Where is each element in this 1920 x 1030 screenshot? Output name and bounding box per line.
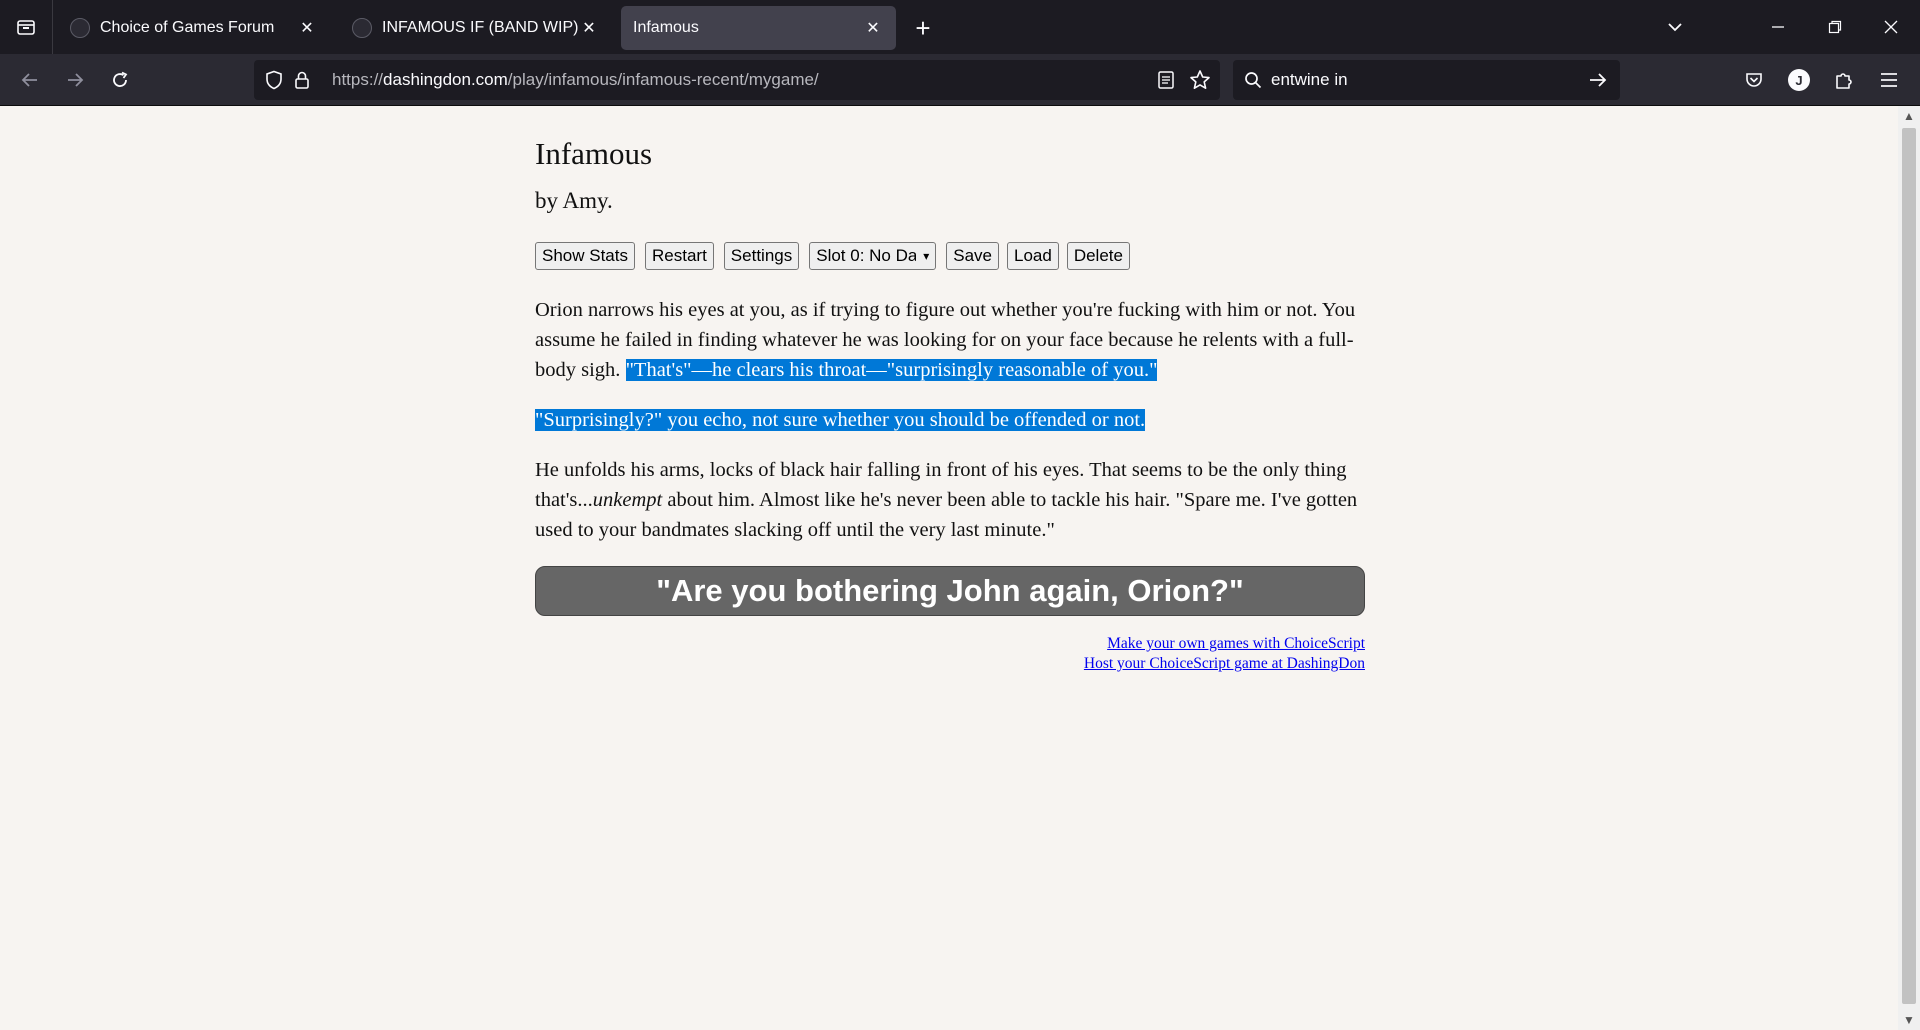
close-icon[interactable]: ✕ <box>578 17 600 39</box>
extensions-button[interactable] <box>1826 62 1862 98</box>
arrow-right-icon <box>68 73 84 87</box>
firefox-view-icon <box>17 20 35 35</box>
close-icon[interactable]: ✕ <box>862 17 884 39</box>
delete-button[interactable]: Delete <box>1066 242 1130 270</box>
selected-text: "That's"—he clears his throat—"surprisin… <box>625 359 1158 381</box>
forum-favicon-icon <box>70 18 90 38</box>
back-button[interactable] <box>12 62 48 98</box>
scroll-down-arrow-icon[interactable]: ▼ <box>1898 1010 1920 1030</box>
navigation-toolbar: https://dashingdon.com/play/infamous/inf… <box>0 54 1920 106</box>
story-text: Orion narrows his eyes at you, as if try… <box>535 295 1365 565</box>
scroll-up-arrow-icon[interactable]: ▲ <box>1898 106 1920 126</box>
close-icon <box>1884 20 1898 34</box>
search-input[interactable]: entwine in <box>1271 60 1348 100</box>
search-icon <box>1241 68 1265 92</box>
chevron-down-icon: ▾ <box>923 249 930 263</box>
restart-button[interactable]: Restart <box>645 242 714 270</box>
footer-links: Make your own games with ChoiceScript Ho… <box>1084 634 1365 674</box>
reader-view-icon[interactable] <box>1154 68 1178 92</box>
story-paragraph: Orion narrows his eyes at you, as if try… <box>535 295 1365 385</box>
dashingdon-hosting-link[interactable]: Host your ChoiceScript game at DashingDo… <box>1084 654 1365 674</box>
chevron-down-icon <box>1668 23 1682 32</box>
vertical-scrollbar[interactable]: ▲ ▼ <box>1898 106 1920 1030</box>
forward-button[interactable] <box>57 62 93 98</box>
search-bar[interactable]: entwine in <box>1233 60 1620 100</box>
minimize-icon <box>1772 26 1784 28</box>
hamburger-menu-icon <box>1881 73 1897 87</box>
game-title: Infamous <box>535 136 653 171</box>
url-host: dashingdon.com <box>383 70 508 89</box>
reload-button[interactable] <box>102 62 138 98</box>
settings-button[interactable]: Settings <box>723 242 800 270</box>
choicescript-link[interactable]: Make your own games with ChoiceScript <box>1084 634 1365 654</box>
reload-icon <box>113 71 128 87</box>
menu-button[interactable] <box>1871 62 1907 98</box>
new-tab-button[interactable]: + <box>907 12 939 44</box>
address-bar[interactable]: https://dashingdon.com/play/infamous/inf… <box>254 60 1220 100</box>
next-choice-button[interactable]: "Are you bothering John again, Orion?" <box>535 566 1365 616</box>
search-go-arrow-icon[interactable] <box>1586 68 1610 92</box>
game-toolbar: Show Stats Restart Settings Slot 0: No D… <box>535 242 1140 270</box>
tracking-protection-shield-icon[interactable] <box>262 68 286 92</box>
arrow-left-icon <box>21 73 37 87</box>
restore-icon <box>1828 20 1842 34</box>
save-button[interactable]: Save <box>946 242 999 270</box>
story-text-emphasis: unkempt <box>592 489 663 511</box>
load-button[interactable]: Load <box>1006 242 1059 270</box>
list-all-tabs-button[interactable] <box>1652 0 1698 54</box>
tab-choice-of-games-forum[interactable]: Choice of Games Forum ✕ <box>58 6 330 50</box>
tab-strip: Choice of Games Forum ✕ INFAMOUS IF (BAN… <box>0 0 1920 54</box>
scrollbar-thumb[interactable] <box>1902 128 1916 1004</box>
forum-favicon-icon <box>352 18 372 38</box>
restore-button[interactable] <box>1812 0 1858 54</box>
save-slot-value: Slot 0: No Data <box>816 246 917 265</box>
url-text[interactable]: https://dashingdon.com/play/infamous/inf… <box>332 60 819 100</box>
tab-title: INFAMOUS IF (BAND WIP) CHA <box>382 19 578 36</box>
url-scheme: https:// <box>332 70 384 89</box>
pocket-button[interactable] <box>1736 62 1772 98</box>
tab-infamous[interactable]: Infamous ✕ <box>621 6 896 50</box>
tab-infamous-if-thread[interactable]: INFAMOUS IF (BAND WIP) CHA ✕ <box>340 6 612 50</box>
story-paragraph: "Surprisingly?" you echo, not sure wheth… <box>535 405 1365 435</box>
puzzle-piece-icon <box>1836 73 1852 89</box>
url-path: /play/infamous/infamous-recent/mygame/ <box>507 70 819 89</box>
close-icon[interactable]: ✕ <box>296 17 318 39</box>
page-viewport: Infamous by Amy. Show Stats Restart Sett… <box>0 106 1898 1030</box>
tab-title: Choice of Games Forum <box>100 19 275 36</box>
lock-icon[interactable] <box>290 68 314 92</box>
close-window-button[interactable] <box>1868 0 1914 54</box>
avatar: J <box>1788 69 1810 91</box>
save-slot-select[interactable]: Slot 0: No Data ▾ <box>809 242 937 270</box>
tab-title: Infamous <box>633 19 699 36</box>
story-paragraph: He unfolds his arms, locks of black hair… <box>535 455 1365 545</box>
game-author: by Amy. <box>535 188 613 213</box>
firefox-view-button[interactable] <box>0 0 53 54</box>
minimize-button[interactable] <box>1755 0 1801 54</box>
account-button[interactable]: J <box>1781 62 1817 98</box>
bookmark-star-icon[interactable] <box>1188 68 1212 92</box>
pocket-icon <box>1746 73 1762 87</box>
selected-text: "Surprisingly?" you echo, not sure wheth… <box>535 409 1146 431</box>
show-stats-button[interactable]: Show Stats <box>535 242 635 270</box>
